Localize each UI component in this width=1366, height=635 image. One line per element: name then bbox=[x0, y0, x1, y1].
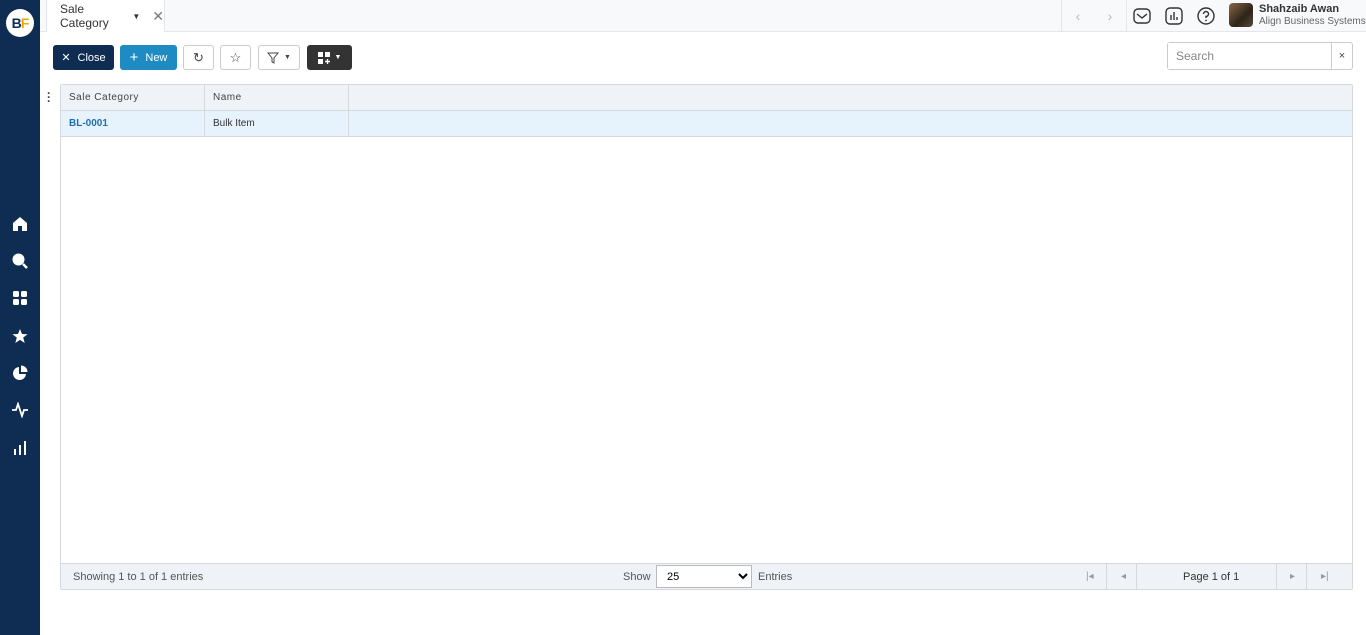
refresh-icon: ↻ bbox=[193, 49, 204, 65]
activity-icon[interactable] bbox=[10, 400, 30, 420]
home-icon[interactable] bbox=[10, 214, 30, 234]
mail-icon[interactable] bbox=[1132, 6, 1152, 26]
grid-footer: Showing 1 to 1 of 1 entries Show 25 Entr… bbox=[61, 563, 1352, 589]
search-icon[interactable] bbox=[10, 251, 30, 271]
avatar[interactable] bbox=[1229, 3, 1253, 27]
chevron-right-icon[interactable]: › bbox=[1108, 8, 1113, 24]
new-button[interactable]: + New bbox=[120, 45, 177, 70]
filter-icon bbox=[267, 52, 280, 64]
bar-chart-icon[interactable] bbox=[10, 438, 30, 458]
help-icon[interactable] bbox=[1196, 6, 1216, 26]
sale-category-code-link[interactable]: BL-0001 bbox=[61, 111, 205, 136]
caret-down-icon: ▼ bbox=[284, 54, 291, 61]
report-icon[interactable] bbox=[1164, 6, 1184, 26]
first-page-icon[interactable]: |◂ bbox=[1086, 564, 1094, 589]
caret-down-icon[interactable]: ▼ bbox=[132, 12, 140, 21]
empty-cell bbox=[349, 111, 1352, 136]
close-icon: ✕ bbox=[61, 52, 71, 64]
table-header: Sale Category Name bbox=[61, 85, 1352, 111]
column-header-sale-category[interactable]: Sale Category bbox=[61, 85, 205, 110]
sale-category-name: Bulk Item bbox=[205, 111, 349, 136]
next-page-icon[interactable]: ▸ bbox=[1290, 564, 1295, 589]
tab-label: Sale Category bbox=[60, 2, 109, 30]
column-header-name[interactable]: Name bbox=[205, 85, 349, 110]
show-label: Show bbox=[623, 570, 651, 583]
last-page-icon[interactable]: ▸| bbox=[1321, 564, 1329, 589]
favorite-button[interactable]: ☆ bbox=[220, 45, 251, 70]
refresh-button[interactable]: ↻ bbox=[183, 45, 214, 70]
pie-chart-icon[interactable] bbox=[10, 363, 30, 383]
search-input[interactable] bbox=[1168, 43, 1331, 69]
clear-search-button[interactable]: × bbox=[1331, 43, 1352, 69]
apps-icon[interactable] bbox=[10, 288, 30, 308]
entries-label: Entries bbox=[758, 570, 793, 583]
close-tab-icon[interactable]: ✕ bbox=[152, 8, 164, 25]
tab-navigation: ‹ › bbox=[1061, 0, 1127, 32]
table-row[interactable]: BL-0001 Bulk Item bbox=[61, 111, 1352, 137]
caret-down-icon: ▼ bbox=[334, 54, 342, 61]
star-icon[interactable] bbox=[10, 326, 30, 346]
data-grid: Sale Category Name BL-0001 Bulk Item Sho… bbox=[60, 84, 1353, 590]
column-menu-icon[interactable]: · · · bbox=[47, 87, 51, 107]
column-header-empty bbox=[349, 85, 1352, 110]
grid-add-icon bbox=[317, 51, 330, 64]
view-options-button[interactable]: ▼ bbox=[307, 45, 352, 70]
filter-button[interactable]: ▼ bbox=[258, 45, 300, 70]
previous-page-icon[interactable]: ◂ bbox=[1121, 564, 1126, 589]
user-organization: Align Business Systems bbox=[1259, 16, 1366, 27]
page-indicator: Page 1 of 1 bbox=[1183, 570, 1240, 583]
search-box: × bbox=[1167, 42, 1353, 70]
app-logo[interactable]: BF bbox=[6, 9, 34, 37]
user-name[interactable]: Shahzaib Awan bbox=[1259, 3, 1339, 15]
tab-sale-category[interactable]: Sale Category ▼ ✕ bbox=[46, 0, 165, 32]
chevron-left-icon[interactable]: ‹ bbox=[1076, 8, 1081, 24]
plus-icon: + bbox=[129, 49, 139, 66]
topbar: Sale Category ▼ ✕ ‹ › Shahzaib Awan Alig… bbox=[40, 0, 1366, 32]
close-button[interactable]: ✕ Close bbox=[53, 45, 114, 70]
sidebar: BF bbox=[0, 0, 40, 635]
page-size-select[interactable]: 25 bbox=[656, 565, 752, 588]
star-outline-icon: ☆ bbox=[229, 49, 242, 65]
showing-entries: Showing 1 to 1 of 1 entries bbox=[73, 570, 204, 583]
